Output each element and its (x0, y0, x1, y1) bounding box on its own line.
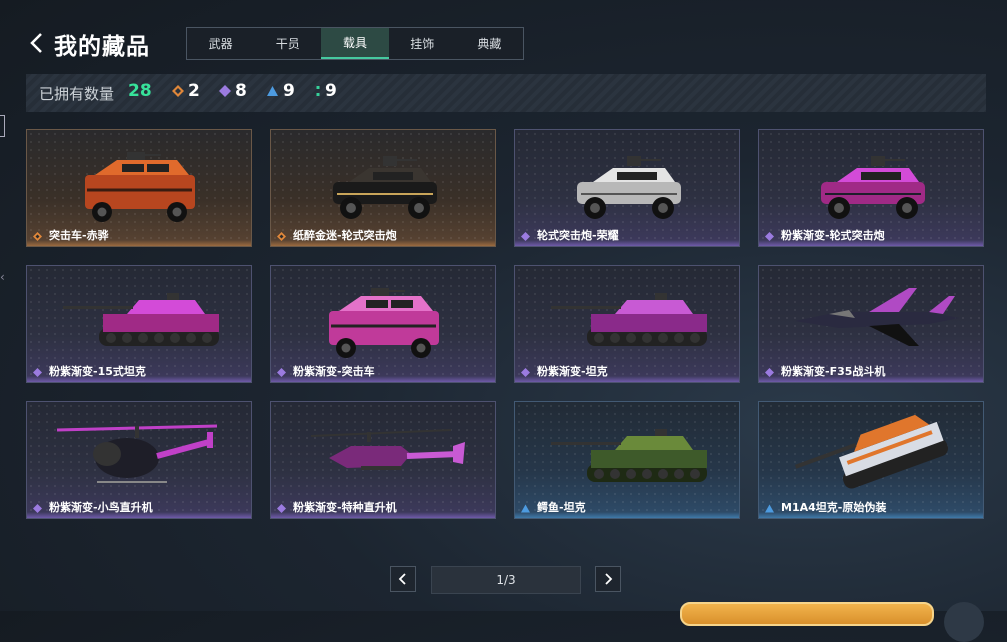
vehicle-name: 粉紫渐变-F35战斗机 (781, 365, 886, 378)
orange-diamond-icon (172, 85, 184, 97)
purple-rarity-icon (277, 504, 286, 513)
vehicle-card[interactable]: 粉紫渐变-轮式突击炮 (758, 129, 984, 247)
stats-bar: 已拥有数量 28 2 8 9 9 (26, 74, 986, 112)
vehicle-card[interactable]: 突击车-赤骅 (26, 129, 252, 247)
green-dots-icon (316, 86, 320, 96)
vehicle-name: 突击车-赤骅 (49, 229, 109, 242)
purple-rarity-icon (33, 368, 42, 377)
rarity-count-blue: 9 (266, 81, 295, 101)
vehicle-image (821, 156, 925, 219)
vehicle-image (795, 288, 959, 346)
blue-rarity-icon (765, 504, 774, 513)
vehicle-card[interactable]: 粉紫渐变-突击车 (270, 265, 496, 383)
vehicle-name: 粉紫渐变-轮式突击炮 (781, 229, 885, 242)
vehicle-image (577, 156, 681, 219)
vehicle-card[interactable]: 鳄鱼-坦克 (514, 401, 740, 519)
tab-operators[interactable]: 干员 (254, 28, 321, 59)
blue-triangle-icon (267, 86, 278, 96)
vehicle-name: M1A4坦克-原始伪装 (781, 501, 887, 514)
rarity-count-orange: 2 (172, 81, 200, 101)
page-indicator: 1/3 (431, 566, 581, 594)
next-page-button[interactable] (595, 566, 621, 592)
vehicle-name: 粉紫渐变-小鸟直升机 (49, 501, 153, 514)
vehicle-image (333, 156, 437, 219)
vehicle-image (794, 414, 948, 489)
vehicle-card[interactable]: 粉紫渐变-特种直升机 (270, 401, 496, 519)
tab-weapons[interactable]: 武器 (187, 28, 254, 59)
vehicle-card[interactable]: M1A4坦克-原始伪装 (758, 401, 984, 519)
vehicle-name: 粉紫渐变-坦克 (537, 365, 608, 378)
purple-rarity-icon (277, 368, 286, 377)
chevron-left-icon (398, 573, 406, 585)
rarity-count-purple: 8 (219, 81, 247, 101)
gold-rarity-icon (277, 232, 286, 241)
vehicle-card[interactable]: 轮式突击炮-荣耀 (514, 129, 740, 247)
vehicle-image (329, 288, 439, 358)
vehicle-image (551, 429, 707, 482)
round-button[interactable] (944, 602, 984, 642)
blue-rarity-icon (521, 504, 530, 513)
purple-diamond-icon (219, 85, 231, 97)
page-title: 我的藏品 (54, 34, 150, 60)
gold-rarity-icon (33, 232, 42, 241)
vehicle-image (56, 424, 218, 483)
purple-rarity-icon (521, 232, 530, 241)
tab-collection[interactable]: 典藏 (456, 28, 523, 59)
vehicle-name: 纸醉金迷-轮式突击炮 (293, 229, 397, 242)
vehicle-name: 粉紫渐变-15式坦克 (49, 365, 146, 378)
side-handle[interactable] (0, 115, 5, 137)
vehicle-card[interactable]: 粉紫渐变-小鸟直升机 (26, 401, 252, 519)
vehicle-name: 轮式突击炮-荣耀 (537, 229, 619, 242)
purple-rarity-icon (33, 504, 42, 513)
rarity-count-green: 9 (315, 81, 337, 101)
vehicle-card[interactable]: 粉紫渐变-15式坦克 (26, 265, 252, 383)
vehicle-image (63, 293, 219, 346)
action-button[interactable] (680, 602, 934, 626)
purple-rarity-icon (765, 368, 774, 377)
back-arrow-icon[interactable] (28, 30, 46, 56)
vehicle-card[interactable]: 粉紫渐变-F35战斗机 (758, 265, 984, 383)
side-arrow-icon[interactable]: ‹ (0, 270, 5, 284)
prev-page-button[interactable] (390, 566, 416, 592)
owned-label: 已拥有数量 (39, 85, 115, 103)
vehicle-name: 粉紫渐变-突击车 (293, 365, 375, 378)
vehicle-card[interactable]: 粉紫渐变-坦克 (514, 265, 740, 383)
vehicle-name: 粉紫渐变-特种直升机 (293, 501, 397, 514)
vehicle-image (85, 152, 195, 222)
owned-count: 28 (128, 81, 152, 101)
vehicle-card[interactable]: 纸醉金迷-轮式突击炮 (270, 129, 496, 247)
tab-charms[interactable]: 挂饰 (389, 28, 456, 59)
vehicle-image (310, 429, 465, 470)
chevron-right-icon (605, 573, 613, 585)
vehicle-name: 鳄鱼-坦克 (537, 501, 586, 514)
purple-rarity-icon (765, 232, 774, 241)
tab-vehicles[interactable]: 载具 (321, 28, 389, 59)
purple-rarity-icon (521, 368, 530, 377)
category-tabs: 武器 干员 载具 挂饰 典藏 (186, 27, 524, 60)
vehicle-image (551, 293, 707, 346)
